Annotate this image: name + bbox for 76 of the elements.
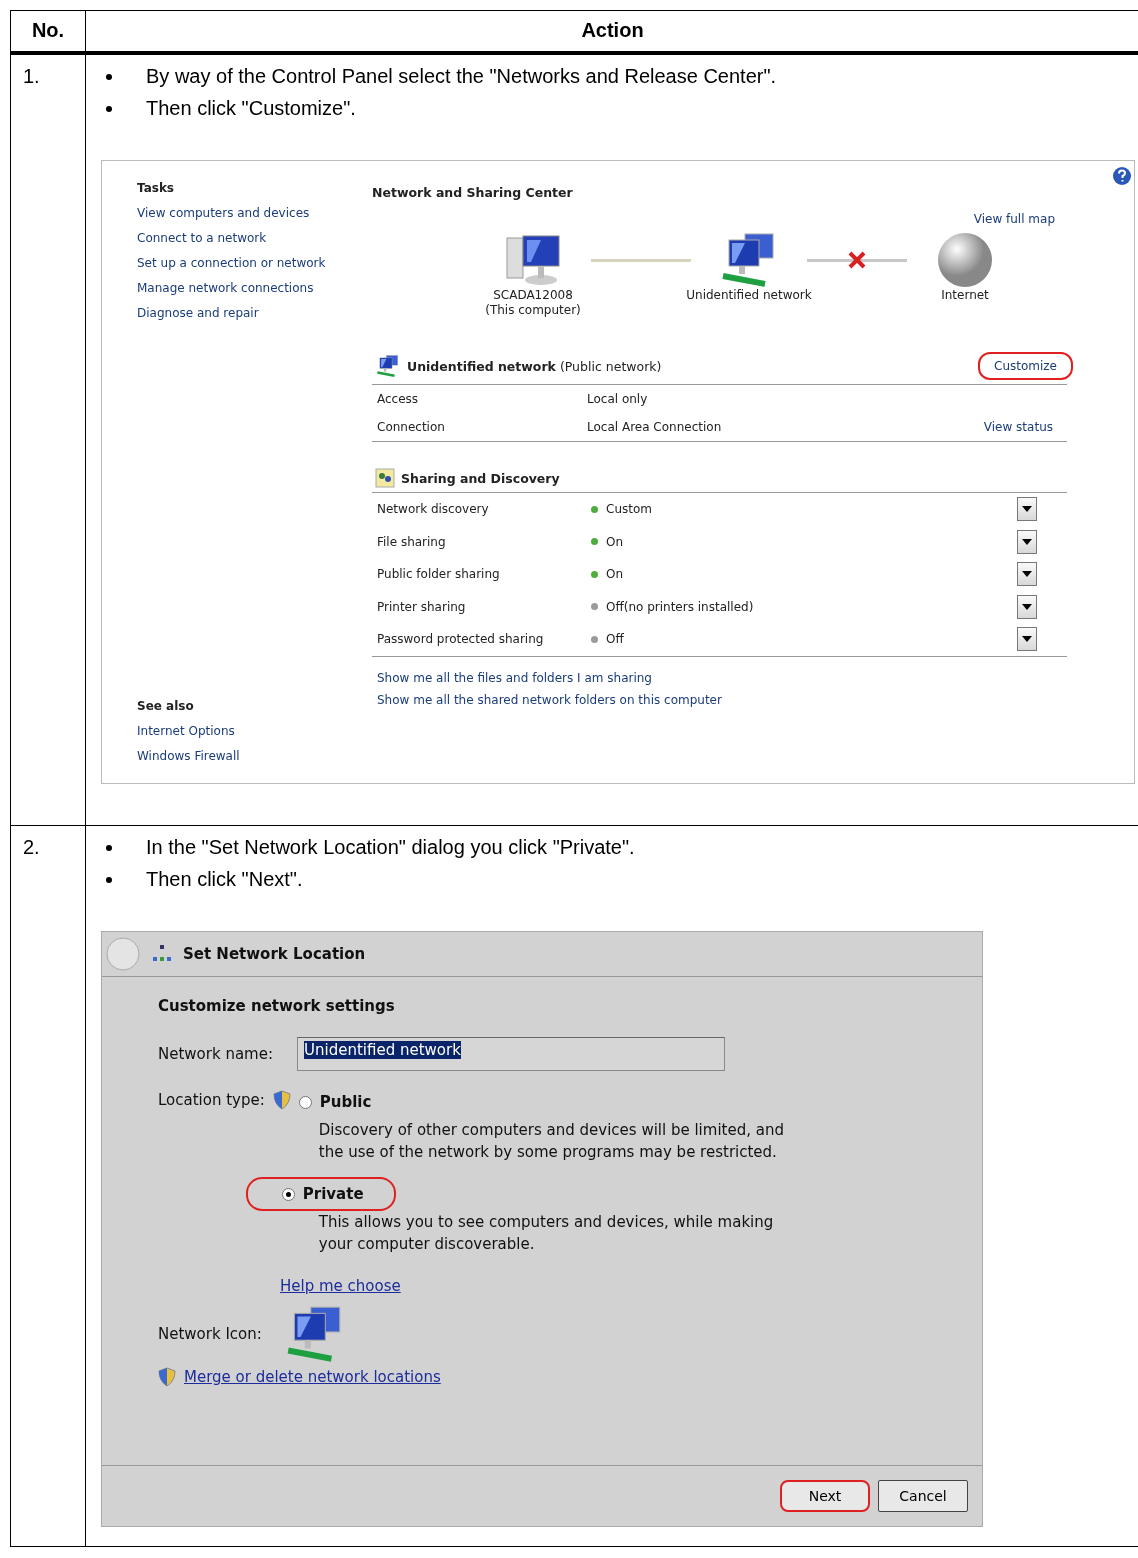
task-link[interactable]: Set up a connection or network bbox=[137, 256, 372, 270]
step-text: By way of the Control Panel select the "Networks and Release Center". bbox=[146, 65, 777, 88]
shield-icon bbox=[158, 1367, 176, 1387]
map-node-label: Unidentified network bbox=[686, 288, 812, 303]
expand-button[interactable] bbox=[1017, 497, 1037, 522]
field-label: Location type: bbox=[158, 1091, 265, 1109]
field-label: Network Icon: bbox=[158, 1325, 262, 1343]
expand-button[interactable] bbox=[1017, 594, 1037, 619]
section-heading: Customize network settings bbox=[158, 997, 396, 1015]
expand-button[interactable] bbox=[1017, 627, 1037, 652]
view-status-link[interactable]: View status bbox=[983, 420, 1053, 434]
status-text: Custom bbox=[606, 502, 652, 517]
sharing-label: Public folder sharing bbox=[377, 567, 501, 582]
detail-label: Connection bbox=[377, 420, 446, 434]
sharing-label: Network discovery bbox=[377, 502, 490, 517]
sharing-icon bbox=[375, 468, 395, 488]
column-header: No. bbox=[11, 11, 86, 51]
dialog-button[interactable]: Cancel bbox=[878, 1480, 968, 1512]
bullet-icon bbox=[106, 844, 112, 851]
expand-button[interactable] bbox=[1017, 529, 1037, 554]
map-node-label: Internet bbox=[941, 288, 989, 303]
detail-label: Access bbox=[377, 392, 420, 406]
task-link[interactable]: Connect to a network bbox=[137, 231, 372, 245]
step-number: 2. bbox=[11, 826, 86, 1546]
status-text: On bbox=[606, 567, 624, 582]
field-label: Network name: bbox=[158, 1045, 273, 1063]
column-header: Action bbox=[580, 18, 645, 43]
dialog-button[interactable]: Next bbox=[780, 1480, 870, 1512]
globe-icon bbox=[936, 232, 994, 288]
step-number: 1. bbox=[11, 55, 86, 825]
customize-link[interactable]: Customize bbox=[978, 352, 1073, 380]
network-name: Unidentified network (Public network) bbox=[407, 358, 662, 374]
page-title: Network and Sharing Center bbox=[372, 185, 574, 200]
input-field[interactable]: Unidentified network bbox=[297, 1037, 725, 1071]
status-text: On bbox=[606, 534, 624, 549]
sharing-label: Printer sharing bbox=[377, 599, 467, 614]
bullet-icon bbox=[106, 73, 112, 80]
caret-icon bbox=[1022, 538, 1032, 545]
see-also-link[interactable]: Internet Options bbox=[137, 724, 372, 738]
help-link[interactable]: Help me choose bbox=[280, 1277, 401, 1295]
caret-icon bbox=[1022, 506, 1032, 513]
step-text: Then click "Customize". bbox=[146, 97, 356, 120]
task-link[interactable]: Manage network connections bbox=[137, 281, 372, 295]
option-description: Discovery of other computers and devices will be limited, and the use of the network by some programs may be restricted. bbox=[318, 1120, 785, 1163]
caret-icon bbox=[1022, 603, 1032, 610]
task-link[interactable]: Diagnose and repair bbox=[137, 306, 372, 320]
help-icon[interactable] bbox=[1112, 166, 1132, 186]
sharing-link[interactable]: Show me all the files and folders I am sharing bbox=[377, 670, 1067, 685]
see-also-heading: See also bbox=[137, 699, 195, 713]
radio-option[interactable]: Private bbox=[245, 1177, 396, 1211]
sharing-link[interactable]: Show me all the shared network folders on this computer bbox=[377, 692, 1067, 707]
sharing-label: Password protected sharing bbox=[377, 632, 545, 647]
step-text: In the "Set Network Location" dialog you click "Private". bbox=[146, 836, 635, 859]
dialog-title: Set Network Location bbox=[183, 945, 366, 963]
merge-link[interactable]: Merge or delete network locations bbox=[184, 1368, 441, 1386]
caret-icon bbox=[1022, 571, 1032, 578]
step-text: Then click "Next". bbox=[146, 868, 303, 891]
detail-value: Local only bbox=[587, 392, 648, 406]
option-description: This allows you to see computers and devices, while making your computer discoverable. bbox=[318, 1212, 775, 1255]
caret-icon bbox=[1022, 636, 1032, 643]
detail-value: Local Area Connection bbox=[587, 420, 722, 434]
shield-icon bbox=[272, 1090, 291, 1110]
bullet-icon bbox=[106, 105, 112, 112]
status-text: Off bbox=[606, 632, 624, 647]
see-also-link[interactable]: Windows Firewall bbox=[137, 749, 372, 763]
expand-button[interactable] bbox=[1017, 562, 1037, 587]
radio-option[interactable]: Public bbox=[262, 1085, 404, 1119]
status-text: Off(no printers installed) bbox=[606, 599, 754, 614]
map-node-label: SCADA12008 (This computer) bbox=[485, 288, 581, 318]
task-link[interactable]: View computers and devices bbox=[137, 206, 372, 220]
bullet-icon bbox=[106, 876, 112, 883]
view-map-link[interactable]: View full map bbox=[973, 212, 1055, 226]
network-computers-icon bbox=[375, 354, 401, 378]
sharing-label: File sharing bbox=[377, 534, 447, 549]
tasks-heading: Tasks bbox=[137, 181, 175, 195]
section-title: Sharing and Discovery bbox=[401, 470, 560, 486]
